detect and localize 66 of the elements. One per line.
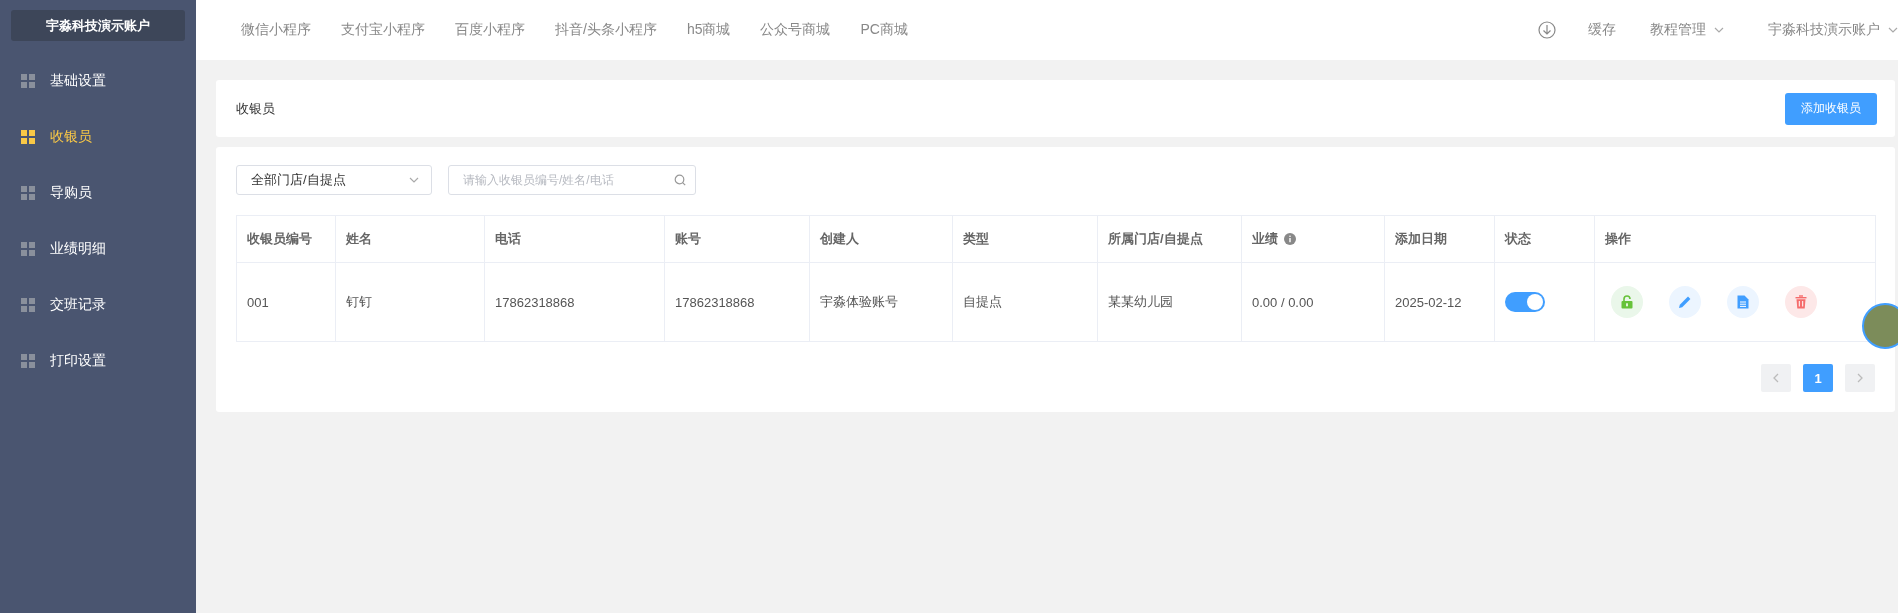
grid-icon (21, 298, 35, 312)
column-header: 操作 (1594, 215, 1876, 263)
column-header: 账号 (664, 215, 810, 263)
table-cell: 2025-02-12 (1384, 262, 1495, 342)
chevron-right-icon (1857, 373, 1863, 383)
chevron-down-icon (1714, 27, 1724, 33)
column-header: 姓名 (335, 215, 485, 263)
pencil-icon (1678, 295, 1692, 309)
unlocked-padlock-icon (1621, 295, 1633, 309)
sidebar-item[interactable]: 导购员 (0, 165, 196, 221)
trash-icon (1795, 295, 1807, 309)
page-title: 收银员 (236, 99, 275, 118)
chevron-left-icon (1773, 373, 1779, 383)
account-menu[interactable]: 宇淼科技演示账户 (1768, 21, 1898, 39)
nav-link[interactable]: 抖音/头条小程序 (555, 21, 657, 39)
grid-icon (21, 186, 35, 200)
column-header: 电话 (484, 215, 665, 263)
table-cell: 001 (236, 262, 336, 342)
nav-link[interactable]: 微信小程序 (241, 21, 311, 39)
chevron-down-icon (409, 177, 419, 183)
grid-icon (21, 242, 35, 256)
unlock-button[interactable] (1611, 286, 1643, 318)
table-cell: 某某幼儿园 (1097, 262, 1242, 342)
table-cell: 自提点 (952, 262, 1098, 342)
nav-link[interactable]: h5商城 (686, 21, 731, 39)
nav-link[interactable]: 公众号商城 (760, 21, 831, 39)
search-field[interactable]: 请输入收银员编号/姓名/电话 (448, 165, 696, 195)
sidebar-item[interactable]: 收银员 (0, 109, 196, 165)
cache-link[interactable]: 缓存 (1588, 21, 1616, 39)
table-cell: 钉钉 (335, 262, 485, 342)
chevron-down-icon (1888, 27, 1898, 33)
document-icon (1737, 295, 1749, 309)
store-select[interactable]: 全部门店/自提点 (236, 165, 432, 195)
edit-button[interactable] (1669, 286, 1701, 318)
info-icon[interactable] (1284, 233, 1296, 245)
table-cell: 17862318868 (484, 262, 665, 342)
sidebar-item[interactable]: 基础设置 (0, 53, 196, 109)
nav-link[interactable]: 百度小程序 (455, 21, 525, 39)
add-cashier-button[interactable]: 添加收银员 (1785, 92, 1877, 125)
sidebar-item[interactable]: 打印设置 (0, 333, 196, 389)
document-button[interactable] (1727, 286, 1759, 318)
column-header: 创建人 (809, 215, 953, 263)
tutorial-menu[interactable]: 教程管理 (1650, 21, 1724, 39)
nav-link[interactable]: 支付宝小程序 (341, 21, 425, 39)
column-header: 所属门店/自提点 (1097, 215, 1242, 263)
page-button[interactable]: 1 (1803, 364, 1833, 392)
delete-button[interactable] (1785, 286, 1817, 318)
store-select-value: 全部门店/自提点 (251, 171, 346, 189)
column-header: 业绩 (1252, 230, 1278, 248)
grid-icon (21, 130, 35, 144)
account-name: 宇淼科技演示账户 (46, 16, 150, 35)
sidebar-item[interactable]: 业绩明细 (0, 221, 196, 277)
grid-icon (21, 74, 35, 88)
table-cell: 0.00 / 0.00 (1241, 262, 1385, 342)
status-toggle[interactable] (1505, 292, 1545, 312)
table-cell: 宇淼体验账号 (809, 262, 953, 342)
grid-icon (21, 354, 35, 368)
download-icon[interactable] (1538, 21, 1556, 39)
table-cell: 17862318868 (664, 262, 810, 342)
column-header: 状态 (1494, 215, 1595, 263)
column-header: 收银员编号 (236, 215, 336, 263)
column-header: 添加日期 (1384, 215, 1495, 263)
nav-link[interactable]: PC商城 (860, 21, 908, 39)
search-icon (674, 174, 686, 186)
sidebar-item[interactable]: 交班记录 (0, 277, 196, 333)
column-header: 类型 (952, 215, 1098, 263)
